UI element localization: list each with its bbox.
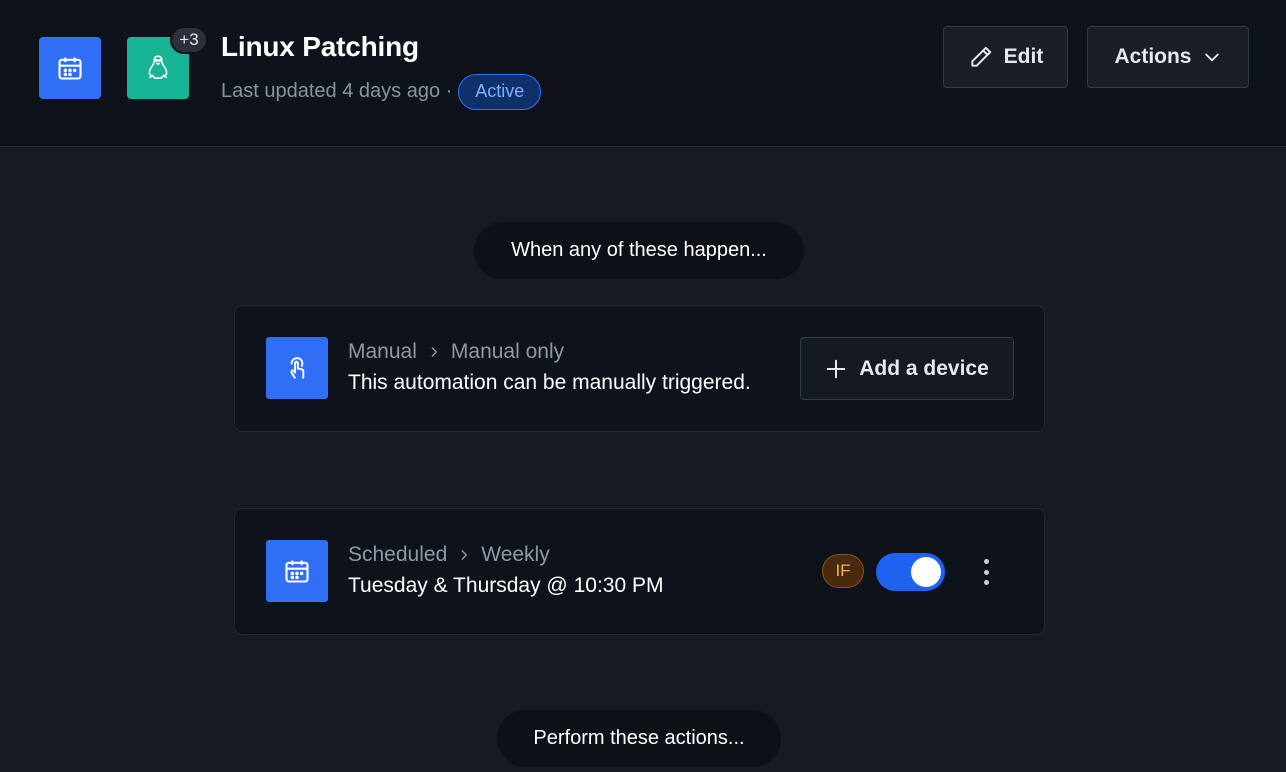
status-badge: Active — [458, 73, 542, 110]
trigger-type: Manual only — [450, 340, 565, 363]
actions-dropdown-button[interactable]: Actions — [1087, 26, 1249, 88]
plus-icon — [826, 359, 846, 378]
edit-button[interactable]: Edit — [943, 26, 1068, 88]
trigger-category: Manual — [348, 340, 417, 363]
trigger-enabled-toggle[interactable] — [876, 553, 945, 591]
toggle-knob — [911, 557, 941, 587]
additional-platforms-badge[interactable]: +3 — [170, 26, 208, 54]
trigger-description: This automation can be manually triggere… — [348, 371, 751, 394]
trigger-type: Weekly — [481, 543, 550, 566]
hand-pointer-icon — [290, 357, 305, 379]
add-device-button[interactable]: Add a device — [800, 337, 1014, 400]
trigger-breadcrumb: Manual Manual only — [348, 340, 564, 364]
edit-button-label: Edit — [1003, 45, 1044, 68]
when-section-label: When any of these happen... — [474, 222, 804, 279]
chevron-right-icon — [431, 347, 437, 357]
page-title: Linux Patching — [221, 31, 419, 62]
actions-button-label: Actions — [1114, 45, 1192, 68]
calendar-icon — [58, 57, 82, 80]
trigger-card-manual: Manual Manual only This automation can b… — [234, 305, 1045, 432]
last-updated-text: Last updated 4 days ago · — [221, 80, 453, 102]
trigger-icon-tile — [266, 337, 328, 399]
trigger-description: Tuesday & Thursday @ 10:30 PM — [348, 574, 664, 597]
calendar-icon — [285, 560, 309, 583]
trigger-icon-tile — [266, 540, 328, 602]
chevron-down-icon — [1204, 53, 1219, 62]
trigger-category: Scheduled — [348, 543, 448, 566]
trigger-breadcrumb: Scheduled Weekly — [348, 543, 550, 567]
more-options-icon[interactable] — [974, 556, 998, 588]
page-header: +3 Linux Patching Last updated 4 days ag… — [0, 0, 1286, 147]
pencil-icon — [971, 46, 991, 67]
condition-badge[interactable]: IF — [822, 554, 864, 588]
page-subtitle: Last updated 4 days ago · Active — [221, 73, 542, 110]
perform-section-label: Perform these actions... — [497, 710, 781, 767]
chevron-right-icon — [461, 550, 468, 560]
trigger-card-scheduled: Scheduled Weekly Tuesday & Thursday @ 10… — [234, 508, 1045, 635]
calendar-app-icon — [39, 37, 101, 99]
add-device-label: Add a device — [859, 356, 989, 380]
linux-icon — [148, 55, 168, 80]
